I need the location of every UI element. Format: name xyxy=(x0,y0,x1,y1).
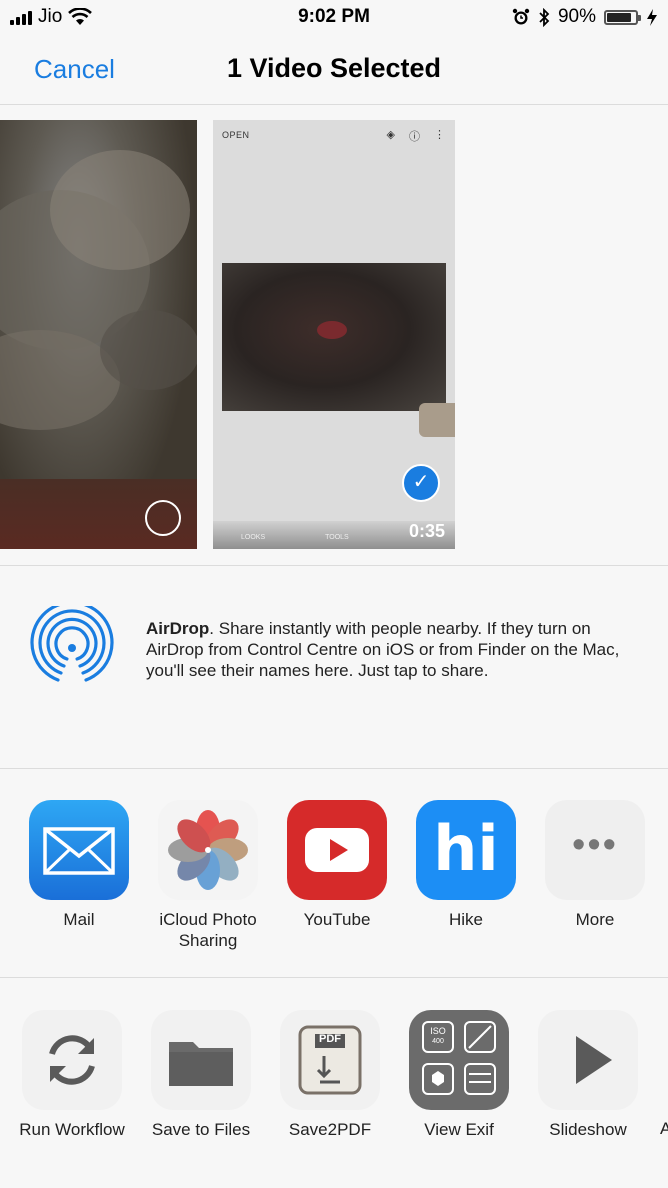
pdf-badge-label: PDF xyxy=(319,1033,341,1045)
app-label-mail: Mail xyxy=(63,910,95,929)
share-app-youtube[interactable]: YouTube xyxy=(272,800,402,930)
envelope-glyph xyxy=(43,827,115,875)
folder-icon xyxy=(151,1010,251,1110)
video-duration: 0:35 xyxy=(408,521,445,541)
photos-icon xyxy=(158,800,258,900)
thumbnail-tab-looks: LOOKS xyxy=(241,534,266,541)
layers-icon: ◈ xyxy=(386,129,395,141)
app-label-hike: Hike xyxy=(448,910,483,929)
status-right-group: 90% xyxy=(512,6,658,28)
bluetooth-icon xyxy=(539,7,550,27)
refresh-icon xyxy=(22,1010,122,1110)
airdrop-body: . Share instantly with people nearby. If… xyxy=(146,619,620,680)
share-app-mail[interactable]: Mail xyxy=(14,800,144,930)
share-apps-row: Mail iCloud Photo Sharing YouTube hi Hik… xyxy=(0,769,668,978)
exif-icon: ISO 400 xyxy=(409,1010,509,1110)
airdrop-title: AirDrop xyxy=(146,619,210,638)
hike-glyph: hi xyxy=(433,812,499,885)
youtube-icon xyxy=(287,800,387,900)
action-run-workflow[interactable]: Run Workflow xyxy=(7,1010,137,1140)
status-bar: Jio 9:02 PM 90% xyxy=(0,0,668,36)
refresh-glyph xyxy=(49,1035,95,1085)
play-icon xyxy=(538,1010,638,1110)
share-sheet-header: Cancel 1 Video Selected xyxy=(0,36,668,105)
hike-icon: hi xyxy=(416,800,516,900)
thumbnail-tab-tools: TOOLS xyxy=(325,534,349,541)
play-glyph xyxy=(576,1036,612,1084)
alarm-icon xyxy=(512,8,530,25)
pdf-glyph xyxy=(298,1025,362,1095)
charging-icon xyxy=(647,8,657,26)
airdrop-icon xyxy=(30,606,114,682)
action-save2pdf[interactable]: PDF Save2PDF xyxy=(265,1010,395,1140)
share-app-hike[interactable]: hi Hike xyxy=(401,800,531,930)
folder-glyph xyxy=(169,1042,233,1086)
action-label-view-exif: View Exif xyxy=(424,1120,494,1139)
exif-glyph xyxy=(422,1021,496,1095)
thumbnail-tabs: LOOKS TOOLS xyxy=(241,534,349,541)
pdf-icon: PDF xyxy=(280,1010,380,1110)
action-label-save-to-files: Save to Files xyxy=(151,1120,251,1139)
video-thumbnail-2[interactable]: OPEN ◈ ⓘ ⋮ ✓ LOOKS TOOLS 0:35 xyxy=(213,120,455,549)
app-label-more: More xyxy=(575,910,615,929)
thumbnail-photo xyxy=(222,263,446,411)
info-icon: ⓘ xyxy=(409,131,420,143)
thumbnail-toolbar: ◈ ⓘ ⋮ xyxy=(387,128,445,144)
more-dots-glyph: ••• xyxy=(572,824,618,866)
action-save-to-files[interactable]: Save to Files xyxy=(136,1010,266,1140)
airdrop-description: AirDrop. Share instantly with people nea… xyxy=(146,618,636,681)
app-label-youtube: YouTube xyxy=(303,910,371,929)
action-label-partial: A xyxy=(660,1119,668,1138)
selected-checkmark-icon[interactable]: ✓ xyxy=(402,464,440,502)
photo-spot xyxy=(317,321,347,339)
action-label-save2pdf: Save2PDF xyxy=(288,1120,372,1139)
battery-percent: 90% xyxy=(557,6,596,27)
share-actions-row: Run Workflow Save to Files PDF Save2PDF xyxy=(0,978,668,1188)
action-slideshow[interactable]: Slideshow xyxy=(523,1010,653,1140)
airdrop-section: AirDrop. Share instantly with people nea… xyxy=(0,566,668,769)
exif-iso-label: ISO xyxy=(430,1026,446,1036)
page-title: 1 Video Selected xyxy=(226,53,442,83)
action-label-slideshow: Slideshow xyxy=(549,1120,627,1139)
battery-fill xyxy=(607,12,632,22)
photos-flower-glyph xyxy=(168,810,248,890)
menu-dots-icon: ⋮ xyxy=(434,129,445,141)
share-app-more[interactable]: ••• More xyxy=(530,800,660,930)
media-strip[interactable]: OPEN ◈ ⓘ ⋮ ✓ LOOKS TOOLS 0:35 xyxy=(0,105,668,566)
mail-icon xyxy=(29,800,129,900)
app-label-icloud-photo-sharing: iCloud Photo Sharing xyxy=(159,910,257,950)
youtube-play-triangle xyxy=(330,839,348,861)
share-app-icloud-photo-sharing[interactable]: iCloud Photo Sharing xyxy=(143,800,273,951)
battery-icon xyxy=(604,9,641,25)
video-thumbnail-1[interactable] xyxy=(0,120,197,549)
more-icon: ••• xyxy=(545,800,645,900)
selection-circle[interactable] xyxy=(145,500,181,536)
thumbnail-slider-handle xyxy=(419,403,455,437)
action-label-run-workflow: Run Workflow xyxy=(19,1120,125,1139)
exif-iso-value: 400 xyxy=(432,1038,444,1045)
action-view-exif[interactable]: ISO 400 View Exif xyxy=(394,1010,524,1140)
thumbnail-open-label: OPEN xyxy=(222,130,250,140)
